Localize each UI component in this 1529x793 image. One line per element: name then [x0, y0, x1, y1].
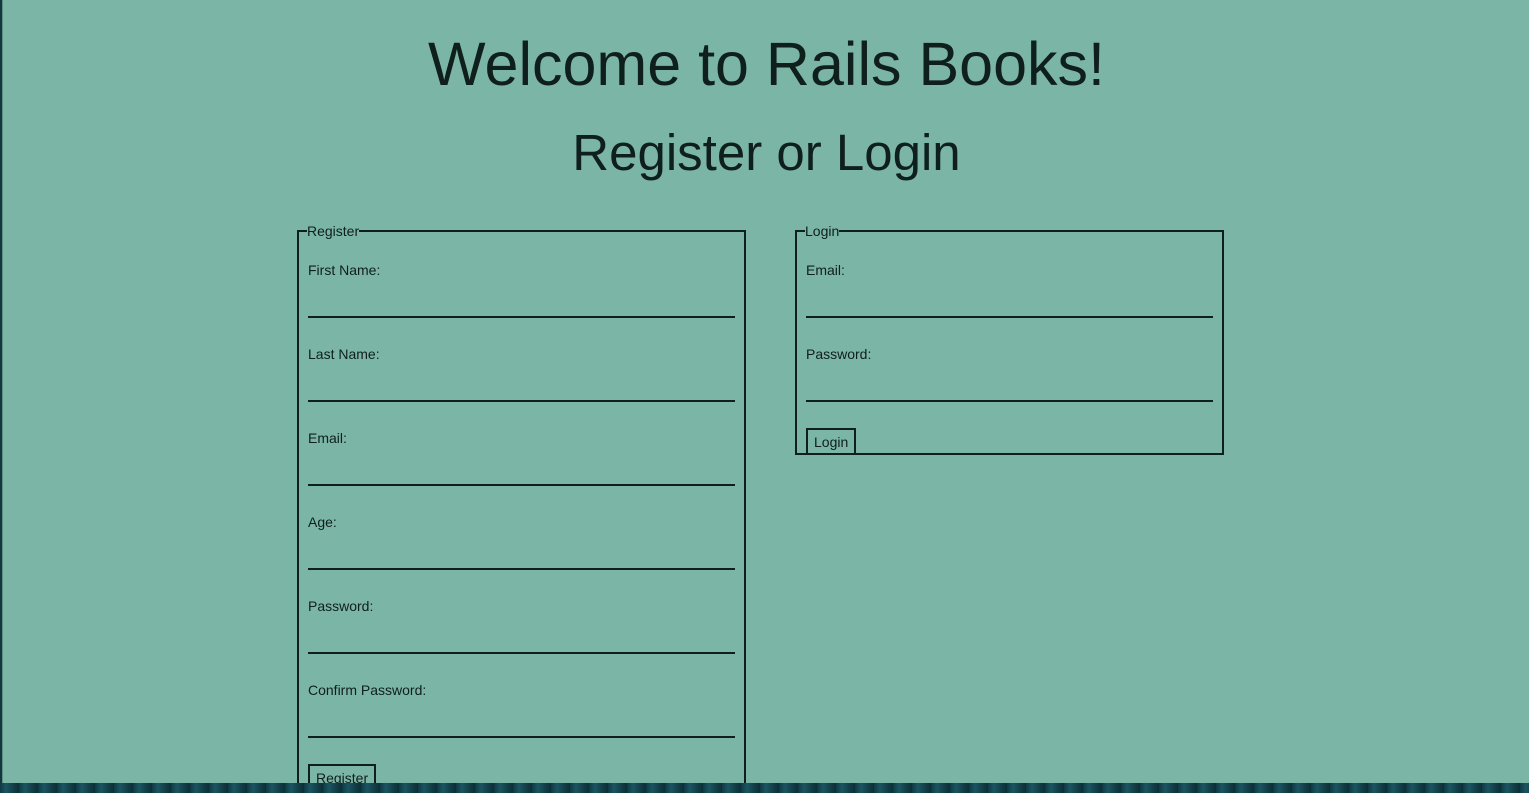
- confirm-password-field: Confirm Password:: [308, 682, 735, 738]
- register-password-label: Password:: [308, 598, 374, 614]
- page-title: Welcome to Rails Books!: [428, 30, 1105, 98]
- login-password-label: Password:: [806, 346, 872, 362]
- last-name-field: Last Name:: [308, 346, 735, 402]
- login-email-field: Email:: [806, 262, 1213, 318]
- register-legend: Register: [307, 223, 360, 239]
- last-name-input[interactable]: [308, 372, 735, 402]
- register-password-input[interactable]: [308, 624, 735, 654]
- age-label: Age:: [308, 514, 337, 530]
- first-name-field: First Name:: [308, 262, 735, 318]
- login-email-label: Email:: [806, 262, 845, 278]
- confirm-password-label: Confirm Password:: [308, 682, 427, 698]
- register-email-input[interactable]: [308, 456, 735, 486]
- register-form: Register First Name: Last Name: Email: A…: [297, 224, 746, 783]
- first-name-input[interactable]: [308, 288, 735, 318]
- age-field: Age:: [308, 514, 735, 570]
- login-email-input[interactable]: [806, 288, 1213, 318]
- first-name-label: First Name:: [308, 262, 381, 278]
- page-subtitle: Register or Login: [572, 124, 961, 181]
- register-password-field: Password:: [308, 598, 735, 654]
- register-email-field: Email:: [308, 430, 735, 486]
- register-button[interactable]: Register: [308, 764, 377, 783]
- login-password-field: Password:: [806, 346, 1213, 402]
- confirm-password-input[interactable]: [308, 708, 735, 738]
- login-button[interactable]: Login: [806, 428, 857, 455]
- last-name-label: Last Name:: [308, 346, 380, 362]
- register-email-label: Email:: [308, 430, 347, 446]
- login-form: Login Email: Password: Login: [795, 224, 1224, 455]
- content-panel: Welcome to Rails Books! Register or Logi…: [2, 0, 1529, 783]
- age-input[interactable]: [308, 540, 735, 570]
- background-image-strip: [0, 783, 1529, 793]
- login-legend: Login: [805, 223, 840, 239]
- login-password-input[interactable]: [806, 372, 1213, 402]
